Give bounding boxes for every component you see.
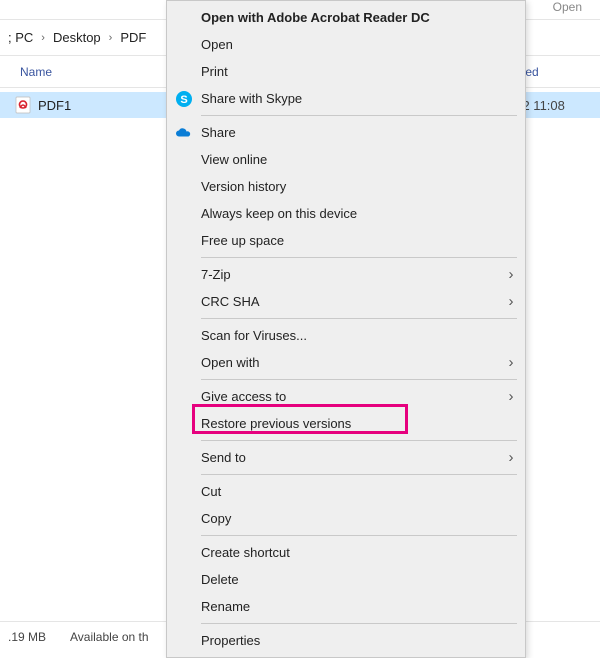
menu-7zip[interactable]: 7-Zip › [169, 261, 523, 288]
status-availability: Available on th [70, 630, 149, 644]
chevron-right-icon: › [499, 266, 523, 283]
menu-give-access-to[interactable]: Give access to › [169, 383, 523, 410]
menu-crc-sha[interactable]: CRC SHA › [169, 288, 523, 315]
menu-always-keep[interactable]: Always keep on this device [169, 200, 523, 227]
menu-scan-viruses[interactable]: Scan for Viruses... [169, 322, 523, 349]
menu-separator [201, 623, 517, 624]
context-menu[interactable]: Open with Adobe Acrobat Reader DC Open P… [166, 0, 526, 658]
menu-separator [201, 115, 517, 116]
breadcrumb-seg-desktop[interactable]: Desktop [49, 30, 105, 45]
menu-separator [201, 440, 517, 441]
menu-properties[interactable]: Properties [169, 627, 523, 654]
menu-share[interactable]: Share [169, 119, 523, 146]
menu-separator [201, 379, 517, 380]
menu-version-history[interactable]: Version history [169, 173, 523, 200]
svg-text:S: S [180, 94, 187, 106]
chevron-right-icon: › [499, 449, 523, 466]
menu-open[interactable]: Open [169, 31, 523, 58]
chevron-right-icon: › [499, 293, 523, 310]
menu-print[interactable]: Print [169, 58, 523, 85]
skype-icon: S [169, 90, 199, 108]
menu-separator [201, 474, 517, 475]
chevron-right-icon: › [499, 388, 523, 405]
menu-open-with[interactable]: Open with › [169, 349, 523, 376]
menu-view-online[interactable]: View online [169, 146, 523, 173]
menu-separator [201, 257, 517, 258]
pdf-file-icon [14, 96, 32, 114]
menu-restore-previous-versions[interactable]: Restore previous versions [169, 410, 523, 437]
menu-rename[interactable]: Rename [169, 593, 523, 620]
menu-open-acrobat[interactable]: Open with Adobe Acrobat Reader DC [169, 4, 523, 31]
menu-share-skype[interactable]: S Share with Skype [169, 85, 523, 112]
menu-delete[interactable]: Delete [169, 566, 523, 593]
menu-create-shortcut[interactable]: Create shortcut [169, 539, 523, 566]
menu-separator [201, 535, 517, 536]
cloud-icon [169, 124, 199, 142]
status-size: .19 MB [8, 630, 46, 644]
menu-separator [201, 318, 517, 319]
menu-free-up-space[interactable]: Free up space [169, 227, 523, 254]
menu-cut[interactable]: Cut [169, 478, 523, 505]
chevron-right-icon: › [499, 354, 523, 371]
breadcrumb-seg-pdf[interactable]: PDF [116, 30, 150, 45]
menu-send-to[interactable]: Send to › [169, 444, 523, 471]
open-button-partial[interactable]: Open [553, 0, 582, 14]
chevron-right-icon: › [37, 32, 49, 44]
menu-copy[interactable]: Copy [169, 505, 523, 532]
chevron-right-icon: › [105, 32, 117, 44]
breadcrumb-seg-pc[interactable]: ; PC [4, 30, 37, 45]
